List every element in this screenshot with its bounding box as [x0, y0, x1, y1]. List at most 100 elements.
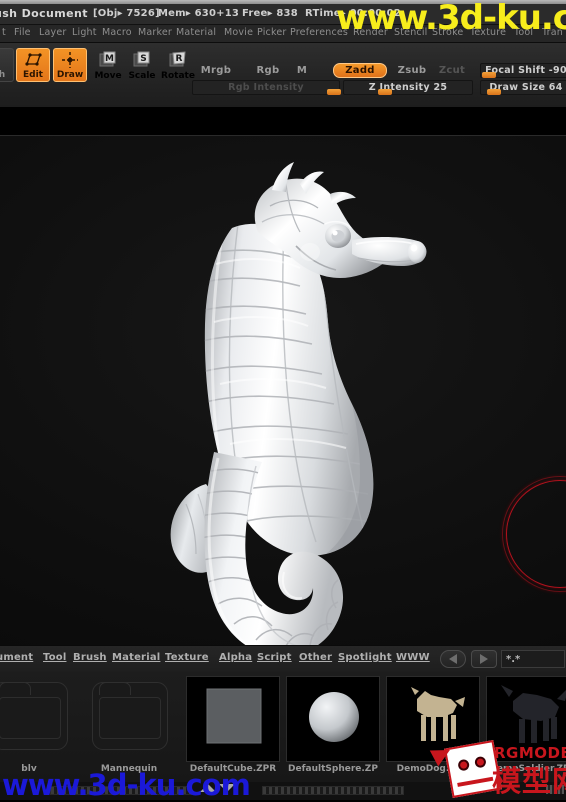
status-rtime: RTime▸ 00:00:02: [305, 8, 401, 19]
status-mem: Mem▸ 630+13: [158, 8, 240, 19]
palette-bar: *.* ument Tool Brush Material Texture Alpha Sc…: [0, 645, 566, 674]
zbrush-window: ush Document [Obj▸ 7526] Mem▸ 630+13 Fre…: [0, 0, 566, 802]
menu-item-stencil[interactable]: Stencil: [392, 27, 430, 40]
document-title: ush Document: [0, 7, 88, 20]
focal-shift-knob[interactable]: [482, 72, 496, 78]
tray-item-thumbnail[interactable]: [0, 676, 78, 762]
menu-item-layer[interactable]: Layer: [37, 27, 69, 40]
rgb-intensity-label: Rgb Intensity: [228, 82, 304, 93]
rgb-button[interactable]: Rgb: [248, 63, 288, 78]
menu-bar: t File Layer Light Macro Marker Material Movie P…: [0, 25, 566, 43]
scroll-down-icon[interactable]: [219, 784, 235, 792]
prev-page-button[interactable]: [440, 650, 466, 668]
tray-item[interactable]: DefaultSphere.ZP: [284, 676, 382, 784]
edit-button[interactable]: Edit: [16, 48, 50, 82]
draw-label: Draw: [56, 70, 84, 80]
filter-field[interactable]: *.*: [501, 650, 565, 668]
draw-size-slider[interactable]: Draw Size 64: [480, 80, 566, 95]
filter-value: *.*: [506, 653, 521, 665]
tray-item-thumbnail[interactable]: [484, 676, 566, 762]
seahorse-sculpt[interactable]: [0, 136, 566, 645]
arrow-right-icon: [480, 654, 488, 664]
file-preview-icon: [486, 676, 566, 762]
menu-item-material[interactable]: Material: [174, 27, 218, 40]
palette-script[interactable]: Script: [257, 652, 292, 663]
tray-item[interactable]: DefaultCube.ZPR: [184, 676, 282, 784]
menu-item-movie[interactable]: Movie: [222, 27, 255, 40]
menu-item-picker[interactable]: Picker: [255, 27, 289, 40]
tray-item[interactable]: Mannequin: [80, 676, 178, 784]
draw-button[interactable]: Draw: [53, 48, 87, 82]
scroll-up-icon[interactable]: [200, 784, 216, 792]
draw-size-knob[interactable]: [487, 89, 501, 95]
tray-item[interactable]: blv: [0, 676, 78, 784]
rotate-button[interactable]: R Rotate: [161, 50, 195, 82]
status-obj: [Obj▸ 7526]: [93, 8, 160, 19]
scale-icon: S: [132, 51, 152, 71]
tray-item-label: DefaultSphere.ZP: [288, 764, 378, 774]
canvas-viewport[interactable]: [0, 136, 566, 645]
menu-item-macro[interactable]: Macro: [100, 27, 134, 40]
tray-item-label: blv: [21, 764, 37, 774]
tray-item-thumbnail[interactable]: [284, 676, 382, 762]
cn-logo-eye-right-icon: [474, 755, 487, 769]
focal-shift-slider[interactable]: Focal Shift -90: [480, 63, 566, 78]
menu-item-render[interactable]: Render: [351, 27, 390, 40]
edit-icon: [23, 50, 43, 70]
canvas-top-margin: [0, 107, 566, 136]
m-button[interactable]: M: [290, 63, 314, 78]
tray-scrollbar-left[interactable]: [50, 786, 192, 795]
z-intensity-label: Z Intensity 25: [368, 82, 448, 93]
scale-button[interactable]: S Scale: [126, 50, 158, 82]
menu-item-marker[interactable]: Marker: [136, 27, 174, 40]
next-page-button[interactable]: [471, 650, 497, 668]
z-intensity-knob[interactable]: [378, 89, 392, 95]
brush-swatch-button[interactable]: h: [0, 48, 14, 82]
palette-ument[interactable]: ument: [0, 652, 33, 663]
rotate-label: Rotate: [161, 71, 195, 81]
palette-texture[interactable]: Texture: [165, 652, 209, 663]
resize-grip[interactable]: [546, 785, 564, 794]
title-bar: ush Document [Obj▸ 7526] Mem▸ 630+13 Fre…: [0, 4, 566, 25]
menu-item-t[interactable]: t: [0, 27, 8, 40]
palette-www[interactable]: WWW: [396, 652, 430, 663]
svg-text:S: S: [140, 54, 146, 64]
menu-item-file[interactable]: File: [12, 27, 33, 40]
edit-label: Edit: [23, 70, 43, 80]
tray-item-label: DefaultCube.ZPR: [189, 764, 277, 774]
palette-alpha[interactable]: Alpha: [219, 652, 252, 663]
brush-swatch-label: h: [0, 70, 6, 80]
zadd-button[interactable]: Zadd: [333, 63, 387, 78]
zsub-button[interactable]: Zsub: [392, 63, 432, 78]
tray-item-thumbnail[interactable]: [184, 676, 282, 762]
menu-item-preferences[interactable]: Preferences: [288, 27, 350, 40]
move-button[interactable]: M Move: [92, 50, 124, 82]
palette-tool[interactable]: Tool: [43, 652, 66, 663]
file-preview-icon: [186, 676, 280, 762]
menu-item-tran[interactable]: Tran: [540, 27, 565, 40]
cn-logo-bar: [457, 776, 494, 787]
tray-item-thumbnail[interactable]: [80, 676, 178, 762]
draw-icon: [60, 50, 80, 70]
menu-item-tool[interactable]: Tool: [512, 27, 535, 40]
mrgb-button[interactable]: Mrgb: [192, 63, 240, 78]
palette-spotlight[interactable]: Spotlight: [338, 652, 392, 663]
menu-item-texture[interactable]: Texture: [468, 27, 508, 40]
tray-scrollbar-right[interactable]: [262, 786, 404, 795]
palette-brush[interactable]: Brush: [73, 652, 107, 663]
canvas-band: [0, 107, 566, 645]
svg-text:R: R: [176, 54, 183, 64]
tray-scroll-arrows[interactable]: [200, 784, 235, 792]
menu-item-stroke[interactable]: Stroke: [430, 27, 465, 40]
rgb-intensity-knob[interactable]: [327, 89, 341, 95]
rgb-intensity-slider[interactable]: Rgb Intensity: [192, 80, 341, 95]
arrow-left-icon: [449, 654, 457, 664]
palette-material[interactable]: Material: [112, 652, 160, 663]
move-icon: M: [98, 51, 118, 71]
rotate-icon: R: [168, 51, 188, 71]
menu-item-light[interactable]: Light: [70, 27, 99, 40]
cn-logo-eye-left-icon: [457, 758, 471, 772]
cn-logo-mark: [429, 740, 502, 798]
z-intensity-slider[interactable]: Z Intensity 25: [343, 80, 473, 95]
palette-other[interactable]: Other: [299, 652, 332, 663]
